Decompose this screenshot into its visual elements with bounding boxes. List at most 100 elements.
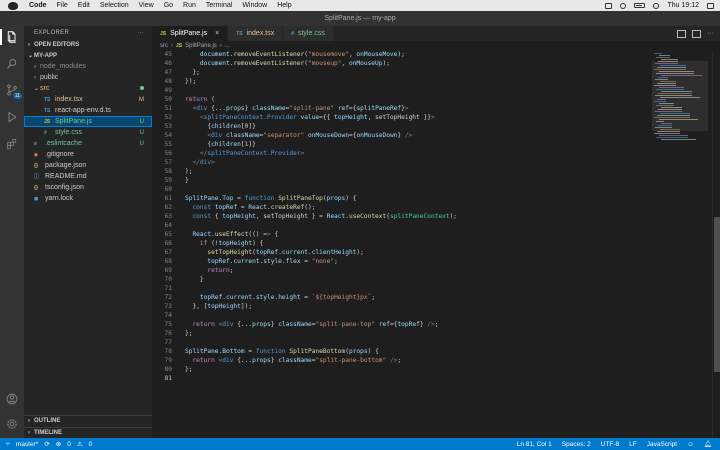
bell-icon[interactable]: 🔔︎ [704,440,712,448]
control-center-icon[interactable] [707,2,714,9]
code-line[interactable]: 63 const { topHeight, setTopHeight } = R… [152,213,652,222]
code-line[interactable]: 61 SplitPane.Top = function SplitPaneTop(… [152,195,652,204]
code-line[interactable]: 48}); [152,78,652,87]
code-line[interactable]: 75 return <div {...props} className="spl… [152,321,652,330]
code-line[interactable]: 56 </splitPaneContext.Provider> [152,150,652,159]
wifi-icon[interactable] [620,2,627,9]
battery-icon[interactable] [634,3,646,8]
menu-help[interactable]: Help [272,2,296,9]
code-line[interactable]: 76}; [152,330,652,339]
menu-edit[interactable]: Edit [73,2,95,9]
warning-count[interactable]: 0 [89,441,93,448]
more-actions-icon[interactable]: ··· [707,30,714,37]
code-line[interactable]: 53 {children[0]} [152,123,652,132]
git-branch[interactable]: master* [16,441,38,448]
code-line[interactable]: 79 return <div {...props} className="spl… [152,357,652,366]
menu-view[interactable]: View [134,2,159,9]
account-icon[interactable] [5,392,19,406]
breadcrumb-more[interactable]: ... [225,43,230,49]
code-line[interactable]: 54 <div className="separator" onMouseDow… [152,132,652,141]
code-line[interactable]: 65 React.useEffect(() => { [152,231,652,240]
source-control-icon[interactable]: 11 [5,83,22,99]
code-line[interactable]: 62 const topRef = React.createRef(); [152,204,652,213]
timeline-section[interactable]: › TIMELINE [24,427,152,438]
scrollbar-thumb[interactable] [714,217,720,372]
code-line[interactable]: 69 return; [152,267,652,276]
code-line[interactable]: 77 [152,339,652,348]
tab-style-css[interactable]: # style.css [283,26,334,41]
tree-item-style-css[interactable]: # style.css U [24,127,152,138]
code-line[interactable]: 78 SplitPane.Bottom = function SplitPaneB… [152,348,652,357]
spotlight-search-icon[interactable] [653,2,660,9]
feedback-icon[interactable]: ☺ [687,441,694,448]
code-line[interactable]: 80}; [152,366,652,375]
project-section[interactable]: ⌄ MY-APP [24,50,152,61]
code-line[interactable]: 45 document.removeEventListener("mousemo… [152,51,652,60]
vertical-scrollbar[interactable] [712,51,720,438]
more-actions-icon[interactable]: ··· [137,30,144,36]
open-changes-icon[interactable] [677,29,686,38]
close-icon[interactable]: × [215,30,219,37]
code-line[interactable]: 68 topRef.current.style.flex = "none"; [152,258,652,267]
tree-item-eslintcache[interactable]: ≡ .eslintcache U [24,138,152,149]
code-line[interactable]: 60 [152,186,652,195]
screen-icon[interactable] [605,2,613,9]
code-line[interactable]: 81 [152,375,652,384]
cursor-position[interactable]: Ln 81, Col 1 [517,441,552,448]
tree-item-gitignore[interactable]: ◆ .gitignore [24,149,152,160]
code-line[interactable]: 59} [152,177,652,186]
explorer-icon[interactable] [5,30,19,44]
error-count[interactable]: 0 [67,441,71,448]
code-line[interactable]: 64 [152,222,652,231]
code-editor[interactable]: 45 document.removeEventListener("mousemo… [152,51,652,438]
code-line[interactable]: 50 return ( [152,96,652,105]
search-icon[interactable] [5,57,19,71]
minimap[interactable] [652,51,708,438]
menu-terminal[interactable]: Terminal [201,2,237,9]
tree-item-src[interactable]: ⌄ src [24,83,152,94]
tree-item-readme[interactable]: ⓘ README.md [24,171,152,182]
gear-icon[interactable] [5,417,19,431]
menu-window[interactable]: Window [237,2,272,9]
tree-item-tsconfig[interactable]: {} tsconfig.json [24,182,152,193]
menu-selection[interactable]: Selection [95,2,134,9]
code-line[interactable]: 52 <splitPaneContext.Provider value={{ t… [152,114,652,123]
indentation[interactable]: Spaces: 2 [562,441,591,448]
code-line[interactable]: 47 }; [152,69,652,78]
tree-item-react-app-env[interactable]: TS react-app-env.d.ts [24,105,152,116]
code-line[interactable]: 71 [152,285,652,294]
tree-item-node-modules[interactable]: › node_modules [24,61,152,72]
code-line[interactable]: 58); [152,168,652,177]
apple-icon[interactable] [8,1,18,10]
menu-file[interactable]: File [52,2,73,9]
code-line[interactable]: 51 <div {...props} className="split-pane… [152,105,652,114]
outline-section[interactable]: › OUTLINE [24,415,152,426]
code-line[interactable]: 66 if (!topHeight) { [152,240,652,249]
breadcrumb-file[interactable]: SplitPane.js [185,43,217,49]
code-line[interactable]: 55 {children[1]} [152,141,652,150]
open-editors-section[interactable]: › OPEN EDITORS [24,39,152,50]
code-line[interactable]: 49 [152,87,652,96]
extensions-icon[interactable] [5,137,19,151]
code-line[interactable]: 46 document.removeEventListener("mouseup… [152,60,652,69]
code-line[interactable]: 70 } [152,276,652,285]
language-mode[interactable]: JavaScript [647,441,677,448]
tree-item-splitpane-js[interactable]: JS SplitPane.js U [24,116,152,127]
menu-go[interactable]: Go [159,2,178,9]
code-line[interactable]: 57 </div> [152,159,652,168]
code-line[interactable]: 73 }, [topHeight]); [152,303,652,312]
code-line[interactable]: 67 setTopHeight(topRef.current.clientHei… [152,249,652,258]
tree-item-public[interactable]: › public [24,72,152,83]
menu-run[interactable]: Run [178,2,201,9]
run-debug-icon[interactable] [5,110,19,124]
end-of-line[interactable]: LF [629,441,637,448]
sync-icon[interactable]: ⟳ [44,440,49,448]
menubar-clock[interactable]: Thu 19:12 [667,2,699,9]
menu-app-name[interactable]: Code [24,2,52,9]
code-line[interactable]: 74 [152,312,652,321]
split-editor-icon[interactable] [692,29,701,38]
tab-index-tsx[interactable]: TS index.tsx [228,26,284,41]
encoding[interactable]: UTF-8 [601,441,619,448]
code-line[interactable]: 72 topRef.current.style.height = `${topH… [152,294,652,303]
tab-splitpane-js[interactable]: JS SplitPane.js × [152,26,229,41]
